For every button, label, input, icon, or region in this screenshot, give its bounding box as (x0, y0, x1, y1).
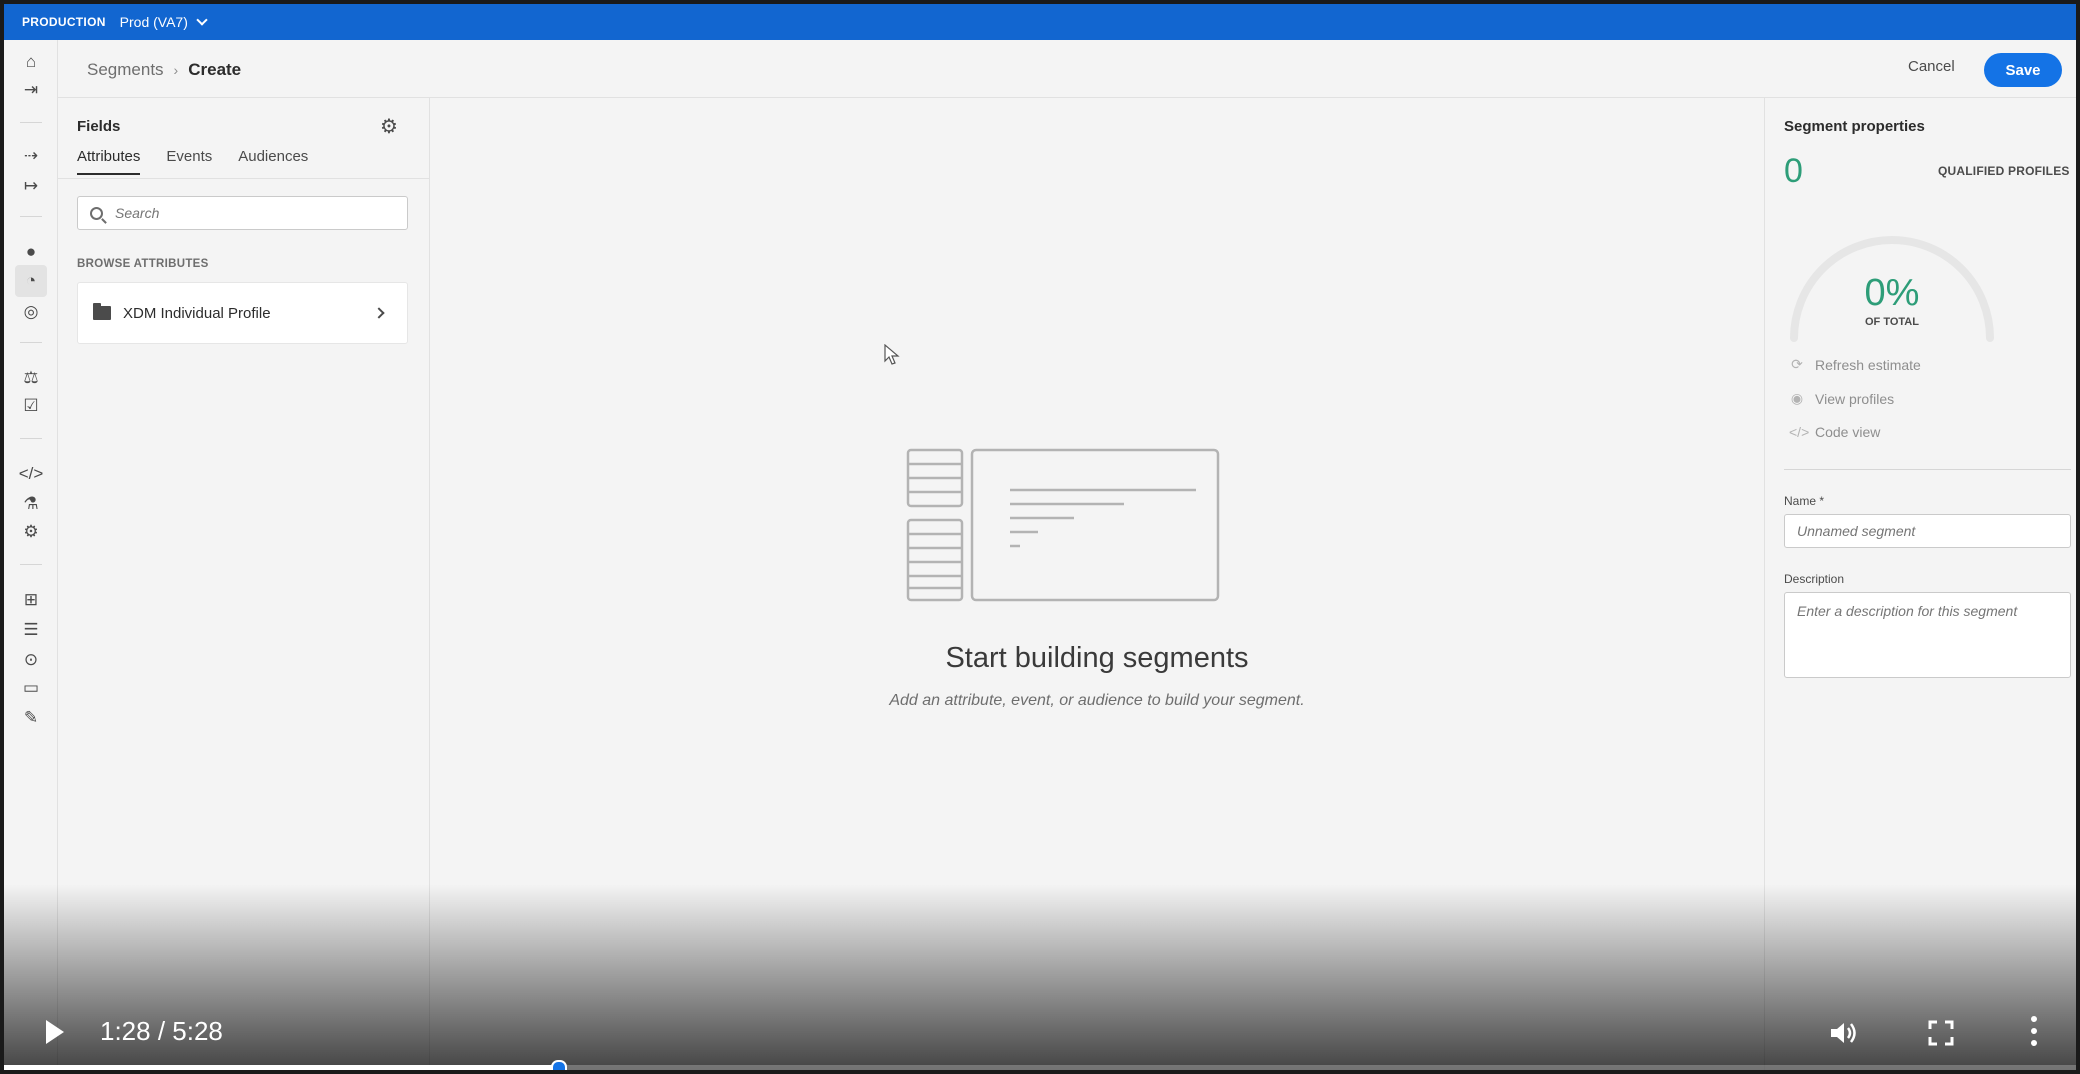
code-icon[interactable]: </> (19, 462, 44, 486)
breadcrumb: Segments › Create (87, 60, 241, 80)
environment-bar: PRODUCTION Prod (VA7) (4, 4, 2076, 40)
view-profiles-label: View profiles (1815, 390, 1895, 407)
profiles-icon[interactable]: ● (19, 240, 43, 264)
tab-attributes[interactable]: Attributes (77, 148, 141, 175)
policies-icon[interactable]: ☑ (19, 394, 43, 418)
empty-state-subtitle: Add an attribute, event, or audience to … (889, 692, 1305, 709)
fields-title: Fields (77, 118, 121, 135)
video-progress-fill (4, 1065, 559, 1070)
refresh-estimate-label: Refresh estimate (1815, 356, 1921, 373)
page-header: Segments › Create Cancel Save (58, 40, 2076, 98)
nav-divider (20, 342, 42, 343)
gauge-percent-label: OF TOTAL (1865, 316, 1919, 328)
left-nav-rail: ⌂ ⇥ ⇢ ↦ ● ◔ ◎ ⚖ ☑ </> ⚗ ⚙ ⊞ ☰ ⊙ ▭ ✎ (4, 40, 58, 1070)
chevron-right-icon (373, 307, 385, 319)
flask-icon[interactable]: ⚗ (19, 492, 43, 516)
more-options-icon[interactable] (2028, 1016, 2040, 1046)
model-settings-icon[interactable]: ⚙ (19, 520, 43, 544)
code-icon: </> (1789, 424, 1810, 440)
chevron-down-icon (196, 14, 208, 26)
attribute-folder-label: XDM Individual Profile (123, 304, 271, 322)
gauge-percent: 0% (1864, 272, 1920, 314)
workflows-icon[interactable]: ⇥ (19, 78, 43, 102)
breadcrumb-segments[interactable]: Segments (87, 60, 164, 80)
tab-events[interactable]: Events (166, 148, 212, 175)
refresh-icon: ⟳ (1791, 356, 1803, 372)
video-scrubber-handle[interactable] (551, 1060, 567, 1070)
refresh-estimate-action[interactable]: ⟳ Refresh estimate (1789, 356, 1921, 373)
description-label: Description (1784, 572, 1845, 586)
privacy-icon[interactable]: ⚖ (19, 366, 43, 390)
empty-state-title: Start building segments (945, 642, 1249, 674)
page-title: Create (188, 60, 242, 79)
plug-icon[interactable]: ✎ (19, 706, 43, 730)
video-time: 1:28 / 5:28 (100, 1016, 223, 1046)
video-controls: 1:28 / 5:28 (4, 1004, 2076, 1064)
sandbox-name: Prod (VA7) (119, 14, 188, 30)
browse-attributes-label: BROWSE ATTRIBUTES (77, 258, 209, 270)
cancel-button[interactable]: Cancel (1908, 58, 1955, 75)
qualified-count: 0 (1784, 152, 1803, 190)
save-button[interactable]: Save (1984, 53, 2062, 87)
destinations-icon[interactable]: ↦ (19, 174, 43, 198)
fields-tabs: Attributes Events Audiences (77, 148, 308, 175)
gear-icon[interactable]: ⚙ (380, 114, 398, 139)
eye-icon: ◉ (1790, 390, 1804, 406)
environment-label: PRODUCTION (22, 15, 106, 29)
queries-icon[interactable]: ⊙ (19, 648, 43, 672)
fullscreen-icon[interactable] (1928, 1020, 1954, 1046)
name-label: Name * (1784, 494, 1825, 508)
sources-icon[interactable]: ⇢ (19, 144, 43, 168)
tabs-divider (58, 178, 430, 179)
code-view-action[interactable]: </> Code view (1789, 424, 1880, 440)
list-item[interactable]: XDM Individual Profile (77, 282, 408, 344)
mouse-cursor-icon (884, 344, 900, 365)
nav-divider (20, 122, 42, 123)
qualified-label: QUALIFIED PROFILES (1938, 164, 2070, 178)
properties-divider (1784, 469, 2071, 470)
folder-icon (93, 303, 111, 320)
search-field (77, 196, 408, 230)
search-input[interactable] (115, 205, 385, 221)
breadcrumb-separator-icon: › (173, 62, 179, 78)
empty-state-illustration (906, 448, 1220, 602)
volume-icon[interactable] (1828, 1018, 1858, 1048)
properties-title: Segment properties (1784, 118, 1925, 135)
identities-icon[interactable]: ◎ (19, 300, 43, 324)
segment-description-field[interactable] (1784, 592, 2071, 678)
search-icon (90, 206, 103, 220)
nav-divider (20, 216, 42, 217)
home-icon[interactable]: ⌂ (19, 50, 43, 74)
play-icon[interactable] (46, 1020, 64, 1044)
nav-divider (20, 438, 42, 439)
code-view-label: Code view (1815, 424, 1881, 440)
segment-properties-panel: Segment properties 0 QUALIFIED PROFILES … (1764, 98, 2076, 1070)
segment-canvas: Start building segments Add an attribute… (430, 98, 1764, 1070)
datasets-icon[interactable]: ☰ (19, 618, 43, 642)
nav-divider (20, 564, 42, 565)
segments-icon[interactable]: ◔ (15, 265, 47, 297)
fields-panel: Fields ⚙ Attributes Events Audiences BRO… (58, 98, 430, 1070)
app-window: PRODUCTION Prod (VA7) ⌂ ⇥ ⇢ ↦ ● ◔ ◎ ⚖ ☑ … (4, 4, 2076, 1070)
schemas-icon[interactable]: ⊞ (19, 588, 43, 612)
segment-name-field[interactable] (1784, 514, 2071, 548)
tab-audiences[interactable]: Audiences (238, 148, 308, 175)
monitoring-icon[interactable]: ▭ (19, 676, 43, 700)
video-progress-bar[interactable] (4, 1060, 2076, 1070)
sandbox-switcher[interactable]: Prod (VA7) (119, 14, 208, 30)
view-profiles-action[interactable]: ◉ View profiles (1789, 390, 1894, 407)
